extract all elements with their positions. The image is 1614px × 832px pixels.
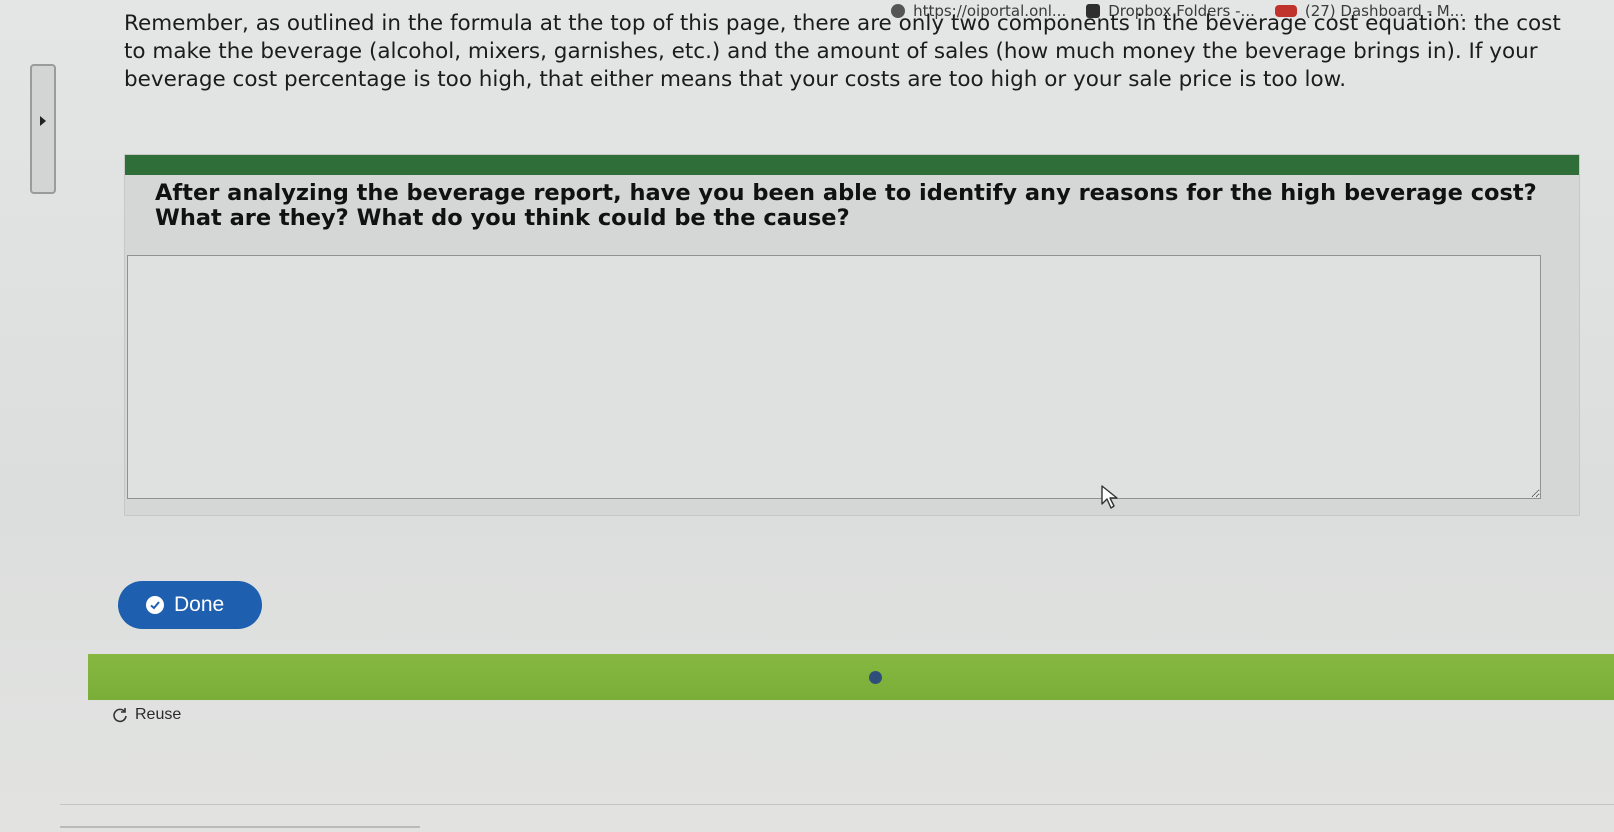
done-button[interactable]: Done bbox=[118, 581, 262, 629]
progress-strip bbox=[88, 654, 1614, 700]
check-circle-icon bbox=[146, 596, 164, 614]
divider bbox=[60, 804, 1614, 805]
question-card: After analyzing the beverage report, hav… bbox=[124, 154, 1580, 516]
reuse-label: Reuse bbox=[135, 706, 182, 723]
reuse-link[interactable]: Reuse bbox=[112, 706, 181, 724]
cursor-icon bbox=[1101, 485, 1118, 509]
refresh-icon bbox=[113, 708, 127, 723]
answer-input[interactable] bbox=[127, 255, 1541, 499]
side-panel-handle[interactable] bbox=[30, 64, 56, 194]
progress-dot[interactable] bbox=[869, 671, 882, 684]
question-text: After analyzing the beverage report, hav… bbox=[155, 180, 1537, 231]
intro-paragraph: Remember, as outlined in the formula at … bbox=[124, 11, 1561, 92]
divider bbox=[60, 826, 420, 828]
done-button-label: Done bbox=[174, 593, 225, 616]
chevron-right-icon bbox=[40, 116, 46, 126]
question-header-bar bbox=[125, 155, 1579, 175]
